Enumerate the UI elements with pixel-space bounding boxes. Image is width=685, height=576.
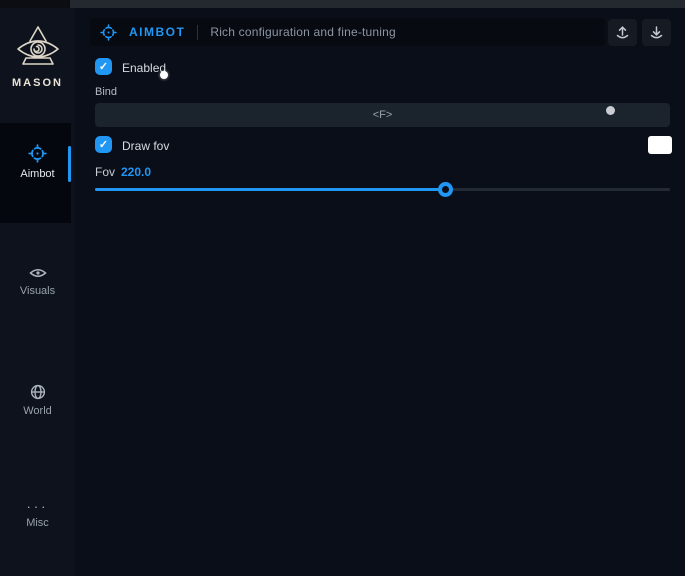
- fov-label: Fov: [95, 165, 115, 179]
- brand-logo: MASON: [0, 24, 75, 89]
- bind-keybind-input[interactable]: <F>: [95, 103, 670, 127]
- pyramid-eye-logo-icon: [0, 24, 75, 74]
- download-icon: [649, 25, 664, 40]
- input-cursor-dot: [606, 106, 615, 115]
- export-config-button[interactable]: [608, 19, 637, 46]
- crosshair-icon: [0, 144, 75, 163]
- sidebar-item-world[interactable]: World: [0, 384, 75, 417]
- window-top-strip: [0, 0, 685, 8]
- sidebar-item-misc[interactable]: ··· Misc: [0, 502, 75, 529]
- sidebar: MASON Aimbot Visuals: [0, 8, 75, 576]
- ellipsis-icon: ···: [0, 502, 75, 512]
- fov-slider-handle[interactable]: [438, 182, 453, 197]
- crosshair-icon: [100, 24, 117, 41]
- page-subtitle: Rich configuration and fine-tuning: [210, 25, 396, 39]
- enabled-checkbox[interactable]: ✓: [95, 58, 112, 75]
- upload-icon: [615, 25, 630, 40]
- sidebar-item-label: Visuals: [0, 285, 75, 297]
- sidebar-item-label: World: [0, 405, 75, 417]
- draw-fov-checkbox[interactable]: ✓: [95, 136, 112, 153]
- draw-fov-label: Draw fov: [122, 139, 169, 153]
- sidebar-item-label: Aimbot: [0, 168, 75, 180]
- app-window: MASON Aimbot Visuals: [0, 0, 685, 576]
- globe-icon: [0, 384, 75, 400]
- bind-label: Bind: [95, 86, 117, 98]
- mouse-cursor-dot: [160, 71, 168, 79]
- fov-slider-fill: [95, 188, 446, 191]
- bind-value: <F>: [373, 109, 393, 121]
- page-title: AIMBOT: [129, 25, 185, 39]
- brand-name: MASON: [0, 77, 75, 89]
- fov-value: 220.0: [121, 165, 151, 179]
- sidebar-item-aimbot[interactable]: Aimbot: [0, 144, 75, 180]
- eye-icon: [0, 266, 75, 280]
- sidebar-item-label: Misc: [0, 517, 75, 529]
- fov-color-swatch[interactable]: [648, 136, 672, 154]
- fov-slider[interactable]: [95, 188, 670, 191]
- header-divider: [197, 25, 198, 40]
- page-header: AIMBOT Rich configuration and fine-tunin…: [90, 18, 605, 46]
- import-config-button[interactable]: [642, 19, 671, 46]
- window-top-strip-left: [0, 0, 70, 8]
- sidebar-item-visuals[interactable]: Visuals: [0, 266, 75, 297]
